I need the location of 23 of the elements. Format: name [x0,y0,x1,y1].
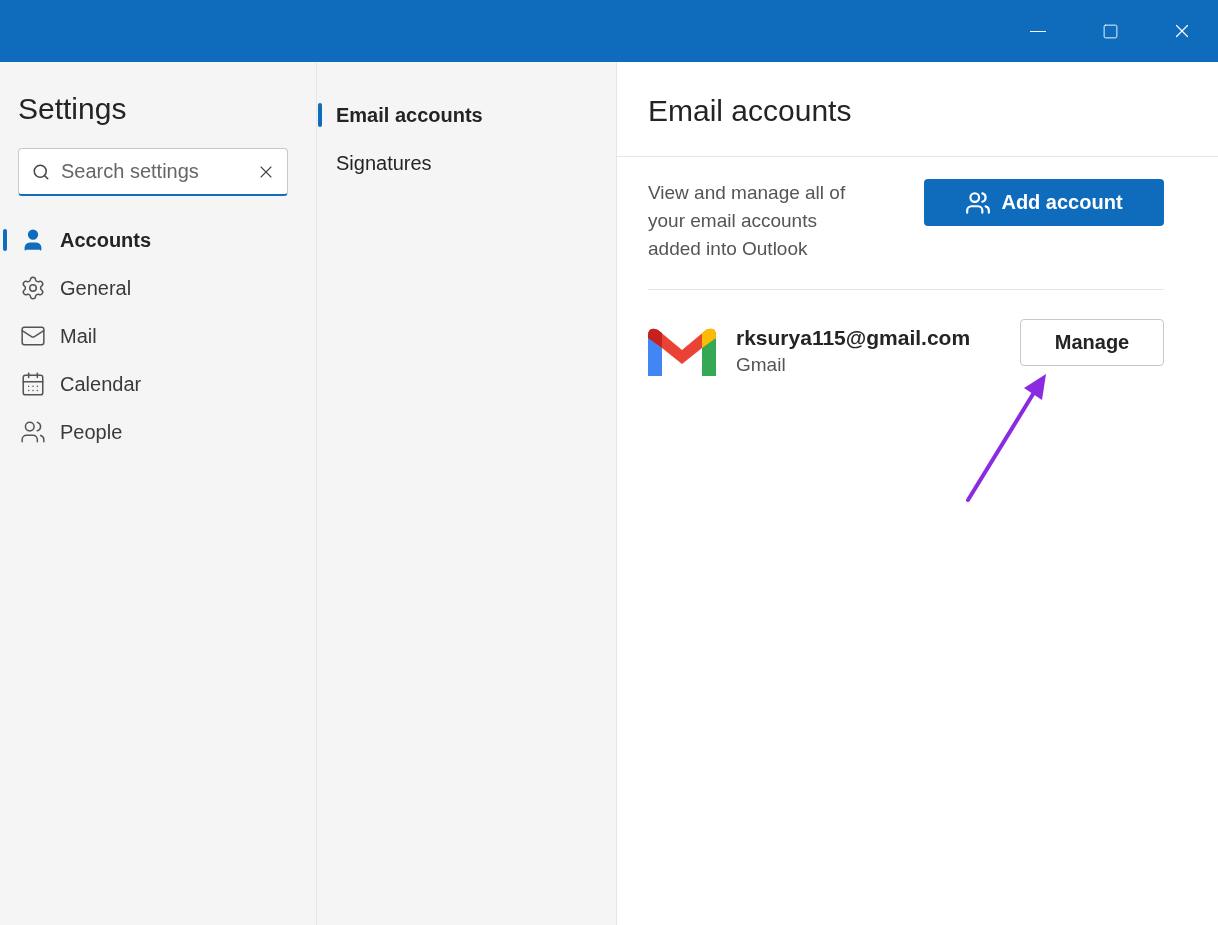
sidebar-item[interactable]: People [0,408,316,456]
manage-button[interactable]: Manage [1020,318,1164,366]
subnav-item[interactable]: Email accounts [317,91,616,139]
settings-icon [20,275,46,301]
page-title: Email accounts [617,62,1218,157]
calendar-icon [20,371,46,397]
gmail-logo-icon [648,326,716,376]
search-field[interactable]: Search settings [18,148,288,196]
sidebar-item[interactable]: General [0,264,316,312]
account-email: rksurya115@gmail.com [736,326,972,350]
sidebar-item[interactable]: Accounts [0,216,316,264]
sidebar-item[interactable]: Calendar [0,360,316,408]
people-icon [20,419,46,445]
people-icon [965,189,992,216]
subnav-item[interactable]: Signatures [317,139,616,187]
add-account-button[interactable]: Add account [924,179,1164,226]
maximize-icon [1101,22,1119,40]
account-provider: Gmail [736,354,787,376]
settings-title: Settings [18,92,128,126]
minimize-icon [1030,30,1046,32]
search-icon [32,163,50,181]
description-text: View and manage all of your email accounts added into Outlook [648,181,847,261]
sidebar-item[interactable]: Mail [0,312,316,360]
